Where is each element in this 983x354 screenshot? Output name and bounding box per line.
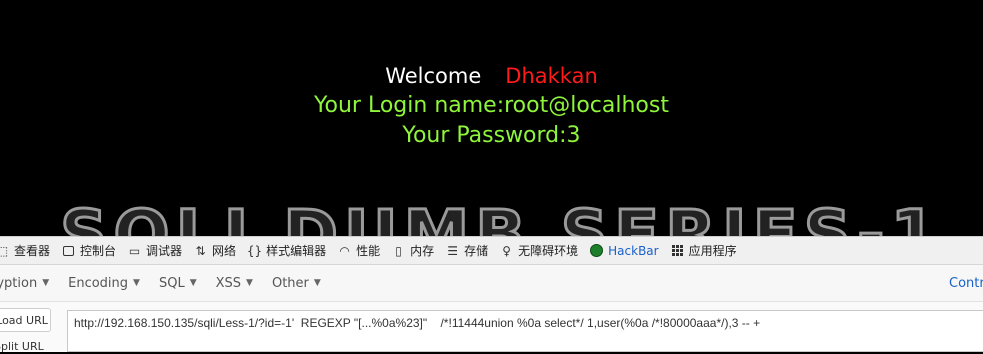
- hackbar-icon: [590, 244, 604, 257]
- tab-performance[interactable]: ◠ 性能: [338, 242, 380, 259]
- password-line: Your Password:3: [402, 123, 581, 148]
- username-text: Dhakkan: [505, 64, 598, 88]
- application-icon: [671, 244, 684, 257]
- menu-label: Encoding: [68, 275, 129, 291]
- caret-down-icon: ▼: [189, 278, 197, 288]
- memory-icon: ▯: [395, 243, 402, 258]
- login-name-line: Your Login name:root@localhost: [314, 93, 669, 118]
- performance-icon: ◠: [339, 243, 350, 258]
- menu-xss[interactable]: XSS ▼: [216, 276, 253, 291]
- inspector-icon: ⬚: [0, 244, 9, 258]
- menu-label: SQL: [158, 275, 185, 291]
- menu-encoding[interactable]: Encoding ▼: [68, 276, 140, 291]
- storage-icon: ☰: [447, 243, 458, 258]
- tab-inspector[interactable]: ⬚ 查看器: [0, 242, 50, 259]
- accessibility-icon: ♀: [502, 243, 512, 258]
- welcome-text: Welcome: [385, 64, 482, 88]
- sqli-banner-logo: SQLI DUMB SERIES-1: [59, 195, 943, 237]
- tab-label: 调试器: [146, 244, 183, 258]
- tab-application[interactable]: 应用程序: [671, 242, 737, 259]
- network-icon: ⇅: [195, 243, 206, 258]
- tab-label: 样式编辑器: [266, 244, 327, 258]
- tab-label: 控制台: [80, 244, 117, 258]
- menu-label: ryption: [0, 275, 38, 291]
- tab-hackbar[interactable]: HackBar: [590, 243, 659, 258]
- menu-label: XSS: [215, 275, 242, 291]
- caret-down-icon: ▼: [42, 278, 50, 288]
- tab-label: HackBar: [608, 243, 659, 258]
- welcome-line: Welcome Dhakkan: [0, 64, 983, 88]
- split-url-button[interactable]: Split URL: [0, 340, 50, 354]
- tab-label: 内存: [410, 244, 435, 258]
- tab-label: 应用程序: [688, 244, 737, 258]
- tab-memory[interactable]: ▯ 内存: [392, 242, 434, 259]
- tab-label: 查看器: [14, 244, 51, 258]
- tab-style-editor[interactable]: {} 样式编辑器: [246, 242, 327, 259]
- tab-accessibility[interactable]: ♀ 无障碍环境: [500, 242, 578, 259]
- menu-sql[interactable]: SQL ▼: [159, 276, 197, 291]
- console-icon: [62, 244, 75, 257]
- tab-storage[interactable]: ☰ 存储: [446, 242, 488, 259]
- style-editor-icon: {}: [246, 243, 263, 258]
- menu-label: Other: [271, 275, 309, 291]
- devtools-panel: ⬚ 查看器 控制台 ▭ 调试器 ⇅ 网络 {} 样式编辑器 ◠ 性能 ▯ 内存 …: [0, 236, 983, 354]
- url-textarea[interactable]: http://192.168.150.135/sqli/Less-1/?id=-…: [67, 310, 983, 352]
- devtools-tab-bar: ⬚ 查看器 控制台 ▭ 调试器 ⇅ 网络 {} 样式编辑器 ◠ 性能 ▯ 内存 …: [0, 237, 983, 265]
- caret-down-icon: ▼: [133, 278, 140, 288]
- tab-label: 存储: [464, 244, 489, 258]
- contribute-link[interactable]: Contr: [949, 265, 983, 301]
- load-url-button[interactable]: Load URL: [0, 308, 51, 332]
- hackbar-url-area: Load URL Split URL http://192.168.150.13…: [0, 302, 983, 354]
- tab-label: 性能: [356, 244, 381, 258]
- tab-debugger[interactable]: ▭ 调试器: [128, 242, 182, 259]
- tab-label: 网络: [212, 244, 237, 258]
- caret-down-icon: ▼: [313, 278, 321, 288]
- menu-other[interactable]: Other ▼: [272, 276, 321, 291]
- caret-down-icon: ▼: [246, 278, 253, 288]
- debugger-icon: ▭: [128, 243, 141, 258]
- hackbar-menu-bar: ryption ▼ Encoding ▼ SQL ▼ XSS ▼ Other ▼ Cont…: [0, 265, 983, 302]
- tab-label: 无障碍环境: [518, 244, 579, 258]
- web-page-viewport: Welcome Dhakkan Your Login name:root@loca…: [0, 0, 983, 236]
- tab-console[interactable]: 控制台: [62, 242, 116, 259]
- tab-network[interactable]: ⇅ 网络: [194, 242, 237, 259]
- menu-encryption[interactable]: ryption ▼: [0, 276, 49, 291]
